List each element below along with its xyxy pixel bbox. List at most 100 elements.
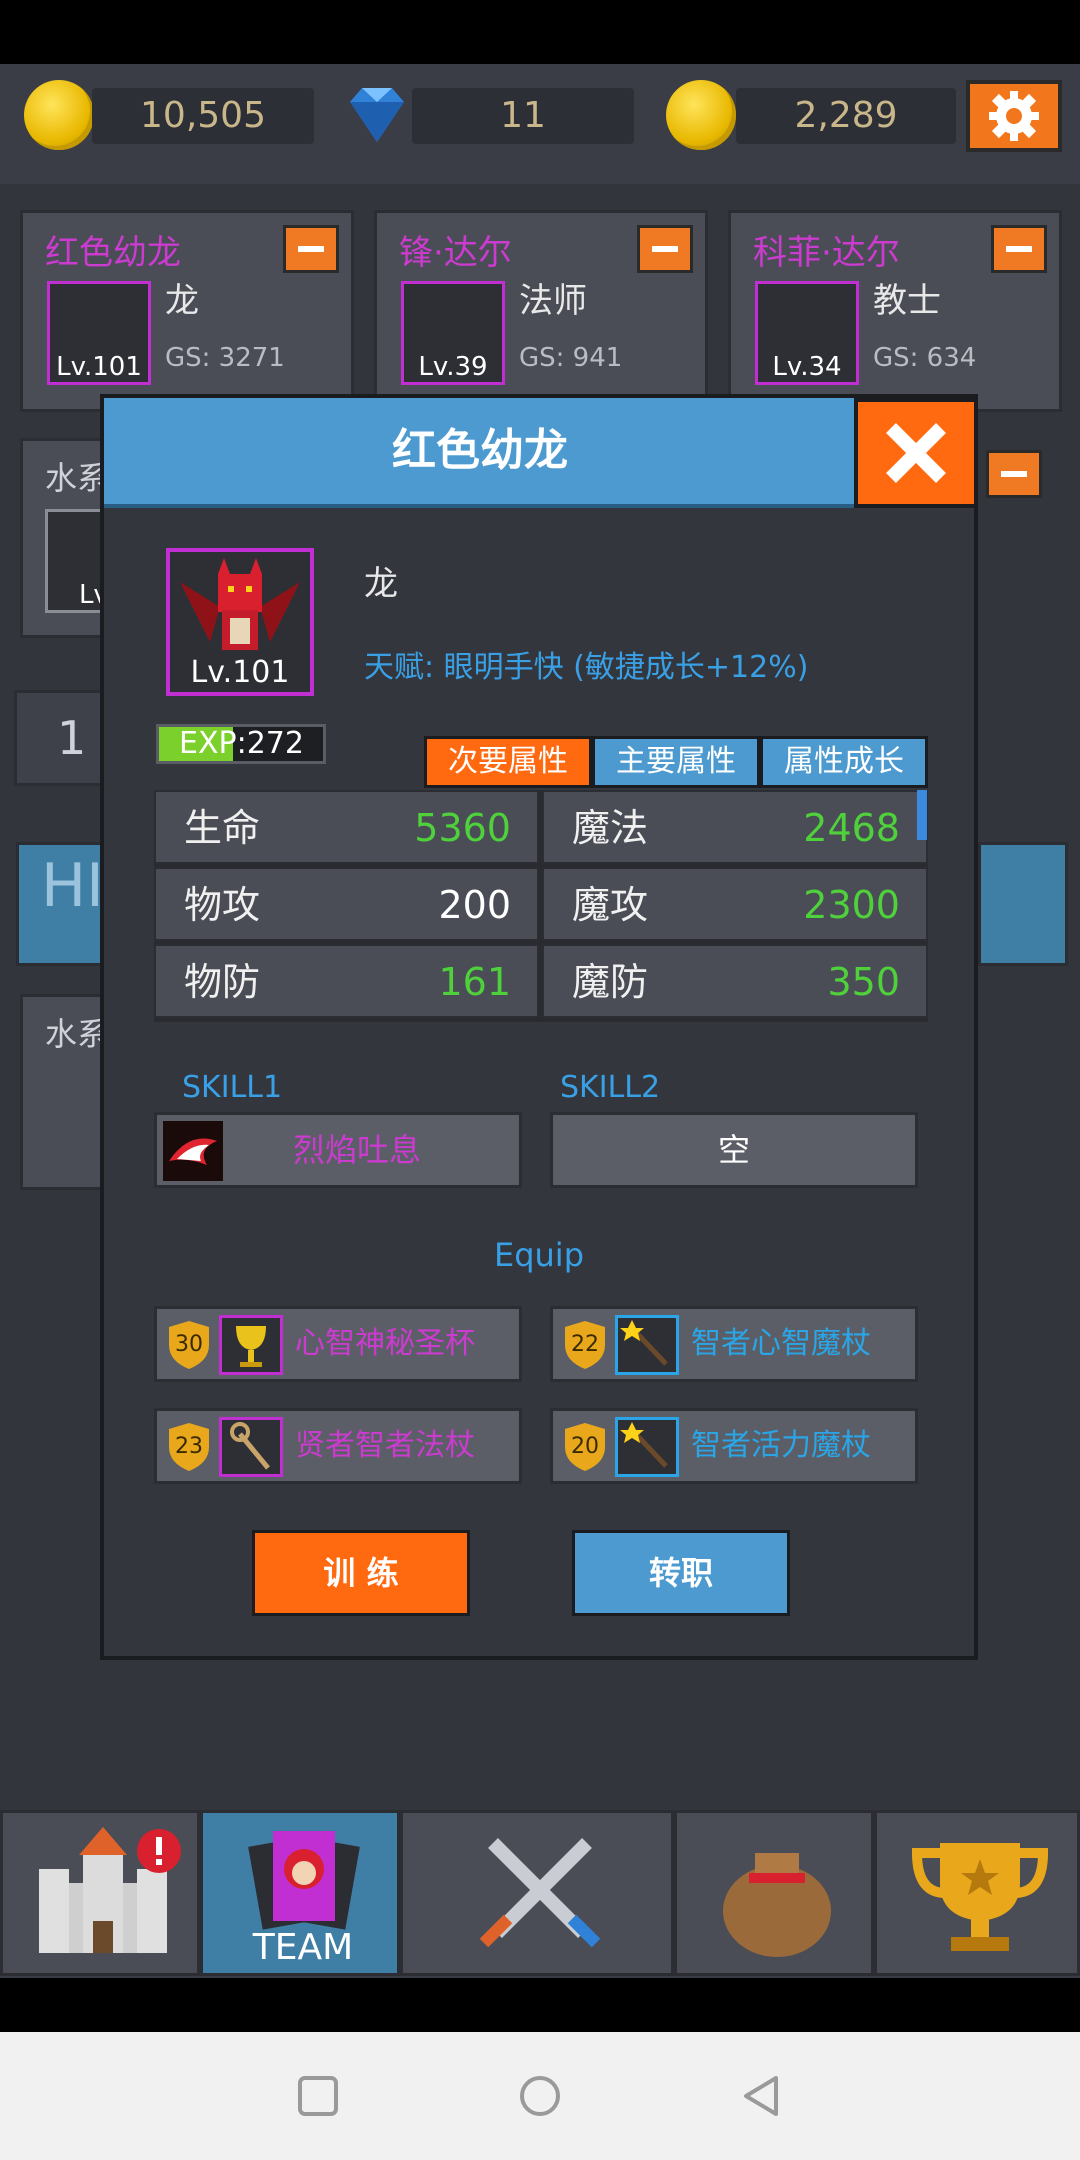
wand-icon bbox=[615, 1417, 679, 1477]
skill2-slot[interactable]: 空 bbox=[550, 1112, 918, 1188]
stat-label: 物攻 bbox=[184, 883, 261, 927]
team-card-gs: GS: 3271 bbox=[165, 343, 285, 373]
nav-inventory[interactable] bbox=[674, 1810, 874, 1976]
remove-button[interactable] bbox=[283, 225, 339, 273]
settings-button[interactable] bbox=[966, 80, 1062, 152]
equip-slot-2[interactable]: 22 智者心智魔杖 bbox=[550, 1306, 918, 1382]
hero-class: 龙 bbox=[364, 564, 398, 604]
back-icon[interactable] bbox=[740, 2074, 784, 2118]
equip-slot-1[interactable]: 30 心智神秘圣杯 bbox=[154, 1306, 522, 1382]
grail-icon bbox=[219, 1315, 283, 1375]
partial-text: HI bbox=[41, 851, 104, 921]
hero-avatar: Lv.101 bbox=[166, 548, 314, 696]
skill1-slot[interactable]: 烈焰吐息 bbox=[154, 1112, 522, 1188]
close-icon bbox=[886, 423, 946, 483]
gold-amount: 10,505 bbox=[92, 88, 314, 144]
nav-trophy[interactable] bbox=[874, 1810, 1080, 1976]
castle-icon bbox=[39, 1827, 181, 1953]
equip-name: 智者心智魔杖 bbox=[691, 1326, 871, 1361]
equip-level: 30 bbox=[175, 1332, 203, 1357]
home-icon[interactable] bbox=[518, 2074, 562, 2118]
nav-battle[interactable] bbox=[400, 1810, 674, 1976]
staff-icon bbox=[219, 1417, 283, 1477]
loot-bag-icon bbox=[723, 1853, 831, 1957]
side-panel bbox=[978, 842, 1068, 966]
black-bar bbox=[0, 1978, 1080, 2032]
team-cards-icon bbox=[248, 1831, 360, 1930]
equip-name: 心智神秘圣杯 bbox=[295, 1326, 475, 1361]
remove-button[interactable] bbox=[991, 225, 1047, 273]
team-card-class: 教士 bbox=[873, 281, 941, 321]
gem-icon bbox=[350, 88, 404, 142]
stat-label: 物防 bbox=[184, 960, 261, 1004]
count-value: 1 bbox=[57, 711, 87, 765]
tab-secondary-attributes[interactable]: 次要属性 bbox=[424, 736, 592, 788]
flame-breath-icon bbox=[163, 1121, 223, 1181]
equip-level: 22 bbox=[571, 1332, 599, 1357]
gear-icon bbox=[989, 91, 1039, 141]
job-change-button[interactable]: 转职 bbox=[572, 1530, 790, 1616]
tab-primary-attributes[interactable]: 主要属性 bbox=[592, 736, 760, 788]
stat-magic-attack: 魔攻 2300 bbox=[542, 867, 928, 941]
hero-detail-dialog: 红色幼龙 Lv.101 龙 天赋: 眼明手快 (敏捷成长+12%) EXP:27… bbox=[100, 394, 978, 1660]
stat-label: 魔防 bbox=[572, 960, 649, 1004]
stat-physical-attack: 物攻 200 bbox=[154, 867, 539, 941]
stat-physical-defense: 物防 161 bbox=[154, 944, 539, 1018]
hero-level: Lv.101 bbox=[190, 655, 290, 690]
stat-label: 魔攻 bbox=[572, 883, 649, 927]
game-screen: 10,505 11 2,289 红色幼龙 Lv.101 龙 GS: 3271 锋… bbox=[0, 0, 1080, 2160]
train-button[interactable]: 训 练 bbox=[252, 1530, 470, 1616]
red-dragon-icon bbox=[180, 558, 300, 650]
equip-level: 20 bbox=[571, 1434, 599, 1459]
exp-bar: EXP:272 bbox=[156, 724, 326, 764]
remove-button[interactable] bbox=[637, 225, 693, 273]
team-card-class: 龙 bbox=[165, 281, 199, 321]
stat-value: 161 bbox=[438, 960, 511, 1004]
skill1-name: 烈焰吐息 bbox=[293, 1131, 422, 1169]
team-card-gs: GS: 941 bbox=[519, 343, 623, 373]
equip-level: 23 bbox=[175, 1434, 203, 1459]
skill1-label: SKILL1 bbox=[182, 1070, 283, 1105]
dialog-header: 红色幼龙 bbox=[104, 398, 856, 508]
stats-scrollbar[interactable] bbox=[917, 790, 927, 840]
equip-title: Equip bbox=[493, 1236, 584, 1274]
equip-slot-3[interactable]: 23 贤者智者法杖 bbox=[154, 1408, 522, 1484]
close-button[interactable] bbox=[854, 398, 978, 508]
wand-icon bbox=[615, 1315, 679, 1375]
team-card-name: 锋·达尔 bbox=[399, 233, 512, 273]
priest-avatar: Lv.34 bbox=[755, 281, 859, 385]
tab-attribute-growth[interactable]: 属性成长 bbox=[760, 736, 928, 788]
medal-amount: 2,289 bbox=[736, 88, 956, 144]
team-card-level: Lv.34 bbox=[772, 352, 842, 382]
stat-magic-defense: 魔防 350 bbox=[542, 944, 928, 1018]
nav-castle[interactable] bbox=[0, 1810, 200, 1976]
equip-slot-4[interactable]: 20 智者活力魔杖 bbox=[550, 1408, 918, 1484]
equip-name: 智者活力魔杖 bbox=[691, 1428, 871, 1463]
gold-coin-icon bbox=[24, 80, 94, 150]
mage-avatar: Lv.39 bbox=[401, 281, 505, 385]
team-card-2[interactable]: 锋·达尔 Lv.39 法师 GS: 941 bbox=[374, 210, 708, 412]
hero-talent: 天赋: 眼明手快 (敏捷成长+12%) bbox=[364, 650, 809, 685]
stat-label: 魔法 bbox=[572, 806, 649, 850]
trophy-icon bbox=[911, 1843, 1049, 1951]
stat-value: 2300 bbox=[803, 883, 900, 927]
remove-button[interactable] bbox=[986, 450, 1042, 498]
medal-coin-icon bbox=[666, 80, 736, 150]
stat-value: 350 bbox=[827, 960, 900, 1004]
nav-team-label: TEAM bbox=[252, 1927, 354, 1968]
stat-value: 2468 bbox=[803, 806, 900, 850]
exp-text: EXP:272 bbox=[179, 726, 304, 761]
team-card-level: Lv.39 bbox=[418, 352, 488, 382]
team-card-1[interactable]: 红色幼龙 Lv.101 龙 GS: 3271 bbox=[20, 210, 354, 412]
nav-team[interactable]: TEAM bbox=[200, 1810, 400, 1976]
team-card-name: 红色幼龙 bbox=[45, 233, 181, 273]
status-bar bbox=[0, 0, 1080, 64]
crossed-swords-icon bbox=[479, 1838, 601, 1948]
recents-icon[interactable] bbox=[296, 2074, 340, 2118]
skill2-label: SKILL2 bbox=[560, 1070, 661, 1105]
gem-amount: 11 bbox=[412, 88, 634, 144]
team-card-3[interactable]: 科菲·达尔 Lv.34 教士 GS: 634 bbox=[728, 210, 1062, 412]
stat-value: 5360 bbox=[414, 806, 511, 850]
stat-label: 生命 bbox=[184, 806, 261, 850]
stat-grid: 生命 5360 魔法 2468 物攻 200 魔攻 2300 物防 161 魔防… bbox=[154, 790, 928, 1022]
